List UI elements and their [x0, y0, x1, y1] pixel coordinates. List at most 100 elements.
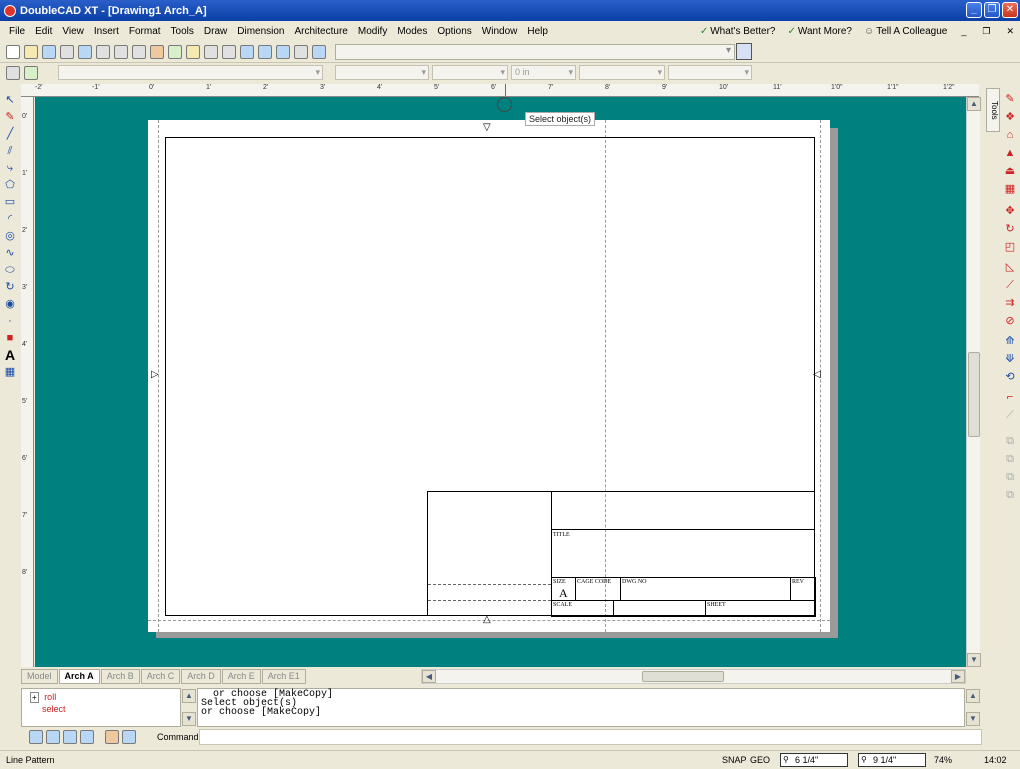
zoom-level[interactable]: 74% [934, 755, 952, 765]
style-combo[interactable] [335, 44, 735, 60]
y-coordinate-field[interactable]: ⚲ 9 1/4" [858, 753, 926, 767]
history-scroll-up-button[interactable]: ▲ [182, 689, 196, 703]
properties-icon[interactable] [96, 44, 110, 59]
menu-view[interactable]: View [57, 26, 89, 37]
fill-combo[interactable] [668, 65, 752, 80]
layer-icon[interactable] [122, 730, 136, 744]
line-width-combo[interactable]: 0 in [511, 65, 576, 80]
vertical-scrollbar[interactable]: ▲ ▼ [966, 97, 981, 667]
app-icon[interactable] [4, 4, 16, 17]
circle-icon[interactable]: ◎ [4, 229, 17, 243]
drawing-canvas[interactable]: TITLE SIZE A CAGE CODE DWG NO REV SCALE … [35, 97, 966, 667]
curve-icon[interactable]: ↻ [4, 280, 17, 294]
ungroup-icon[interactable]: ⧉ [1003, 452, 1017, 466]
layer-state-icon[interactable] [24, 66, 38, 80]
menu-architecture[interactable]: Architecture [290, 26, 353, 37]
command-input[interactable] [199, 729, 982, 745]
erase-icon[interactable]: ⏏ [1003, 164, 1017, 178]
tab-arch-a[interactable]: Arch A [58, 669, 100, 684]
save-view-icon[interactable] [736, 43, 752, 60]
align-icon[interactable]: ⌂ [1003, 128, 1017, 142]
pattern-combo[interactable] [579, 65, 665, 80]
open-file-icon[interactable] [24, 44, 38, 59]
menu-insert[interactable]: Insert [89, 26, 124, 37]
polygon-icon[interactable]: ⬠ [4, 178, 17, 192]
properties-icon[interactable]: ❖ [1003, 110, 1017, 124]
new-file-icon[interactable] [6, 44, 20, 59]
freehand-pencil-icon[interactable]: ✎ [4, 110, 17, 124]
history-scroll-down-button[interactable]: ▼ [182, 712, 196, 726]
layer-combo[interactable] [58, 65, 323, 80]
menu-file[interactable]: File [4, 26, 30, 37]
menu-draw[interactable]: Draw [199, 26, 232, 37]
hatch-icon[interactable]: ◉ [4, 297, 17, 311]
tab-arch-e1[interactable]: Arch E1 [261, 669, 306, 684]
ellipse-icon[interactable]: ⬭ [4, 263, 17, 277]
mdi-close-button[interactable]: ✕ [1004, 26, 1016, 37]
color-combo[interactable] [335, 65, 429, 80]
vertical-scroll-thumb[interactable] [968, 352, 980, 437]
menu-options[interactable]: Options [432, 26, 476, 37]
pencil-icon[interactable] [168, 44, 182, 59]
horizontal-scrollbar[interactable]: ◀ ▶ [421, 669, 966, 684]
menu-dimension[interactable]: Dimension [232, 26, 289, 37]
menu-window[interactable]: Window [477, 26, 523, 37]
history-item[interactable]: roll [44, 692, 56, 702]
mirror-icon[interactable]: ◺ [1003, 260, 1017, 274]
snap-toggle[interactable]: SNAP [722, 755, 747, 765]
array-icon[interactable]: ▦ [1003, 182, 1017, 196]
edit-pencil-icon[interactable]: ✎ [1003, 92, 1017, 106]
output-scroll-down-button[interactable]: ▼ [966, 712, 980, 726]
menu-format[interactable]: Format [124, 26, 166, 37]
copy-icon[interactable] [132, 44, 146, 59]
mdi-restore-button[interactable]: ❐ [980, 26, 992, 37]
command-history-tree[interactable]: + roll select [21, 688, 181, 727]
tab-arch-e[interactable]: Arch E [221, 669, 261, 684]
line-style-combo[interactable] [432, 65, 508, 80]
pan-icon[interactable] [276, 44, 290, 59]
match-properties-icon[interactable] [186, 44, 200, 59]
cut-icon[interactable] [114, 44, 128, 59]
scroll-left-button[interactable]: ◀ [422, 670, 436, 683]
spline-icon[interactable]: ∿ [4, 246, 17, 260]
tools-tab[interactable]: Tools [986, 88, 1000, 132]
undo-icon[interactable] [204, 44, 218, 59]
restore-button[interactable]: ❐ [984, 2, 1000, 18]
polyline-icon[interactable]: ⤷ [4, 161, 17, 175]
stretch-icon[interactable]: ⟱ [1003, 352, 1017, 366]
scroll-right-button[interactable]: ▶ [951, 670, 965, 683]
horizontal-scroll-thumb[interactable] [642, 671, 724, 682]
want-more-link[interactable]: ✓ Want More? [787, 26, 851, 37]
print-icon[interactable] [60, 44, 74, 59]
paste-icon[interactable] [150, 44, 164, 59]
rotate-icon[interactable]: ↻ [1003, 222, 1017, 236]
scroll-down-button[interactable]: ▼ [967, 653, 981, 667]
fillet-icon[interactable]: ⌐ [1003, 390, 1017, 404]
menu-tools[interactable]: Tools [166, 26, 199, 37]
menu-help[interactable]: Help [522, 26, 553, 37]
tab-arch-c[interactable]: Arch C [140, 669, 181, 684]
tell-a-colleague-link[interactable]: ☺ Tell A Colleague [864, 26, 947, 37]
redo-icon[interactable] [222, 44, 236, 59]
zoom-window-icon[interactable] [258, 44, 272, 59]
geo-toggle[interactable]: GEO [750, 755, 770, 765]
arc-icon[interactable]: ◜ [4, 212, 17, 226]
break-icon[interactable]: ⊘ [1003, 314, 1017, 328]
minimize-button[interactable]: _ [966, 2, 982, 18]
zoom-icon[interactable] [240, 44, 254, 59]
mdi-minimize-button[interactable]: _ [959, 26, 968, 36]
x-coordinate-field[interactable]: ⚲ 6 1/4" [780, 753, 848, 767]
block-icon[interactable]: ⧉ [1003, 470, 1017, 484]
fill-color-icon[interactable]: ■ [4, 331, 17, 345]
table-icon[interactable]: ▦ [4, 365, 17, 379]
tab-arch-b[interactable]: Arch B [100, 669, 140, 684]
snap-grid-icon[interactable] [63, 730, 77, 744]
snap-icon[interactable] [29, 730, 43, 744]
move-icon[interactable]: ✥ [1003, 204, 1017, 218]
menu-modify[interactable]: Modify [353, 26, 392, 37]
scroll-up-button[interactable]: ▲ [967, 97, 981, 111]
print-preview-icon[interactable] [78, 44, 92, 59]
calculator-icon[interactable] [294, 44, 308, 59]
expand-icon[interactable]: + [30, 692, 39, 703]
layers-icon[interactable] [312, 44, 326, 59]
